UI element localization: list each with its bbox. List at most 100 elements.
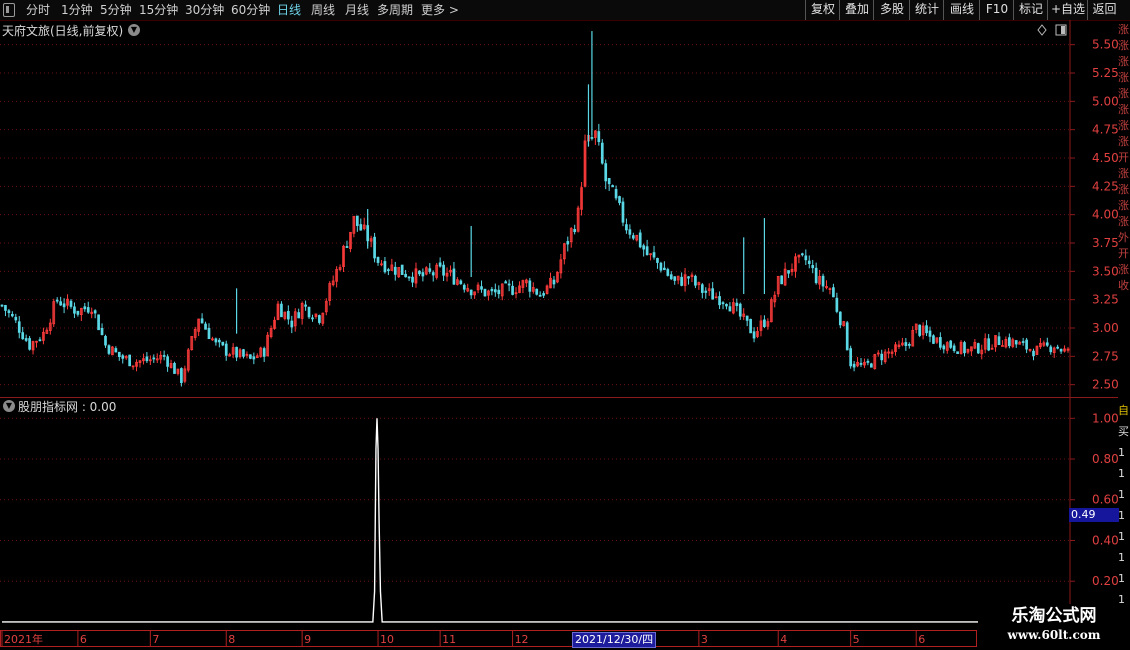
y-tick-label: 5.50 — [1092, 38, 1118, 52]
period-tab[interactable]: 5分钟 — [100, 2, 132, 18]
side-ticker-value: 1 — [1118, 551, 1125, 564]
candle-body — [462, 284, 466, 290]
candle-body — [804, 255, 808, 261]
candle-body — [383, 261, 387, 273]
toolbar-button[interactable]: F10 — [979, 0, 1014, 20]
y-tick-label: 0.60 — [1092, 493, 1118, 507]
candle-body — [835, 297, 839, 312]
candle-body — [694, 275, 697, 286]
period-tab[interactable]: 周线 — [311, 2, 335, 18]
x-tick-label: 10 — [380, 633, 394, 646]
candle-body — [642, 245, 646, 250]
candle-body — [597, 131, 601, 143]
period-tab[interactable]: 分时 — [26, 2, 50, 18]
selected-date-label: 2021/12/30/四 — [572, 632, 657, 648]
candle-body — [821, 275, 825, 287]
side-ticker-value: 1 — [1118, 446, 1125, 459]
candle-body — [718, 296, 721, 306]
candle-body — [221, 341, 225, 346]
toolbar-button[interactable]: 标记 — [1013, 0, 1048, 20]
candle-body — [431, 272, 435, 276]
candle-body — [204, 323, 207, 330]
x-tick-label: 8 — [228, 633, 235, 646]
candle-body — [645, 246, 649, 256]
period-tab[interactable]: 60分钟 — [231, 2, 270, 18]
toolbar-button[interactable]: 统计 — [909, 0, 944, 20]
candle-body — [656, 258, 659, 263]
side-ticker-value: 自 — [1118, 404, 1129, 417]
toolbar-button[interactable]: 多股 — [873, 0, 910, 20]
candle-body — [290, 320, 294, 328]
toolbar-button[interactable]: 画线 — [943, 0, 980, 20]
x-tick-label: 4 — [780, 633, 787, 646]
candle-body — [345, 246, 349, 248]
y-tick-label: 4.75 — [1092, 123, 1118, 137]
candle-body — [0, 304, 4, 307]
candle-body — [749, 318, 752, 334]
period-tab[interactable]: 月线 — [345, 2, 369, 18]
candle-body — [217, 339, 221, 343]
toolbar-button[interactable]: 返回 — [1087, 0, 1121, 20]
candle-body — [763, 319, 766, 327]
candle-body — [114, 348, 118, 353]
period-tab[interactable]: 15分钟 — [139, 2, 178, 18]
watermark-name: 乐淘公式网 — [1011, 606, 1097, 626]
candle-body — [376, 256, 380, 263]
candle-body — [7, 310, 11, 313]
candle-body — [604, 163, 608, 182]
toolbar-button[interactable]: +自选 — [1047, 0, 1088, 20]
menu-icon[interactable] — [3, 3, 15, 17]
candle-body — [86, 307, 90, 313]
toolbar-button[interactable]: 复权 — [805, 0, 840, 20]
candle-body — [687, 276, 690, 279]
period-tab[interactable]: 更多 > — [421, 2, 459, 18]
candle-body — [28, 338, 31, 350]
candle-body — [14, 316, 18, 321]
candle-body — [845, 322, 849, 351]
candle-body — [152, 357, 156, 360]
side-ticker-value: 1 — [1118, 530, 1125, 543]
indicator-chart[interactable]: 0.20 0.40 0.60 0.80 1.00 — [0, 398, 1118, 630]
candle-body — [100, 327, 104, 335]
price-chart[interactable]: 2.50 2.75 3.00 3.25 3.50 3.75 4.00 4.25 4.50 4.75… — [0, 20, 1118, 398]
candle-body — [925, 325, 928, 334]
candle-body — [552, 279, 556, 285]
candle-body — [956, 351, 959, 354]
candle-body — [700, 284, 704, 293]
candle-body — [976, 343, 980, 354]
x-tick-label: 12 — [515, 633, 529, 646]
candle-body — [318, 315, 321, 323]
side-ticker-value: 1 — [1118, 467, 1125, 480]
x-tick-label: 11 — [442, 633, 456, 646]
period-tab[interactable]: 1分钟 — [61, 2, 93, 18]
candle-body — [180, 368, 183, 384]
candle-body — [1056, 346, 1059, 349]
y-tick-label: 0.40 — [1092, 533, 1118, 547]
candle-body — [904, 342, 908, 346]
candle-body — [638, 232, 642, 248]
candle-body — [411, 276, 414, 283]
toolbar-button[interactable]: 叠加 — [839, 0, 874, 20]
candle-body — [1014, 340, 1018, 345]
candle-body — [373, 236, 376, 259]
candle-body — [438, 262, 442, 267]
candle-body — [880, 353, 884, 361]
period-tab[interactable]: 日线 — [277, 2, 301, 18]
candle-body — [738, 303, 742, 317]
candle-body — [721, 302, 725, 305]
period-tab[interactable]: 30分钟 — [185, 2, 224, 18]
x-tick-label: 3 — [701, 633, 708, 646]
candle-body — [207, 327, 211, 340]
side-ticker-2: 自买111111111 — [1118, 400, 1130, 630]
candle-body — [393, 266, 397, 275]
side-ticker-value: 买 — [1118, 425, 1129, 438]
period-tab[interactable]: 多周期 — [377, 2, 413, 18]
candle-body — [614, 189, 618, 199]
candle-body — [24, 338, 28, 341]
candle-body — [918, 324, 922, 336]
candle-body — [952, 345, 956, 351]
candle-body — [932, 335, 935, 344]
y-tick-label: 4.50 — [1092, 151, 1118, 165]
y-tick-label: 5.25 — [1092, 66, 1118, 80]
candle-body — [421, 272, 425, 277]
